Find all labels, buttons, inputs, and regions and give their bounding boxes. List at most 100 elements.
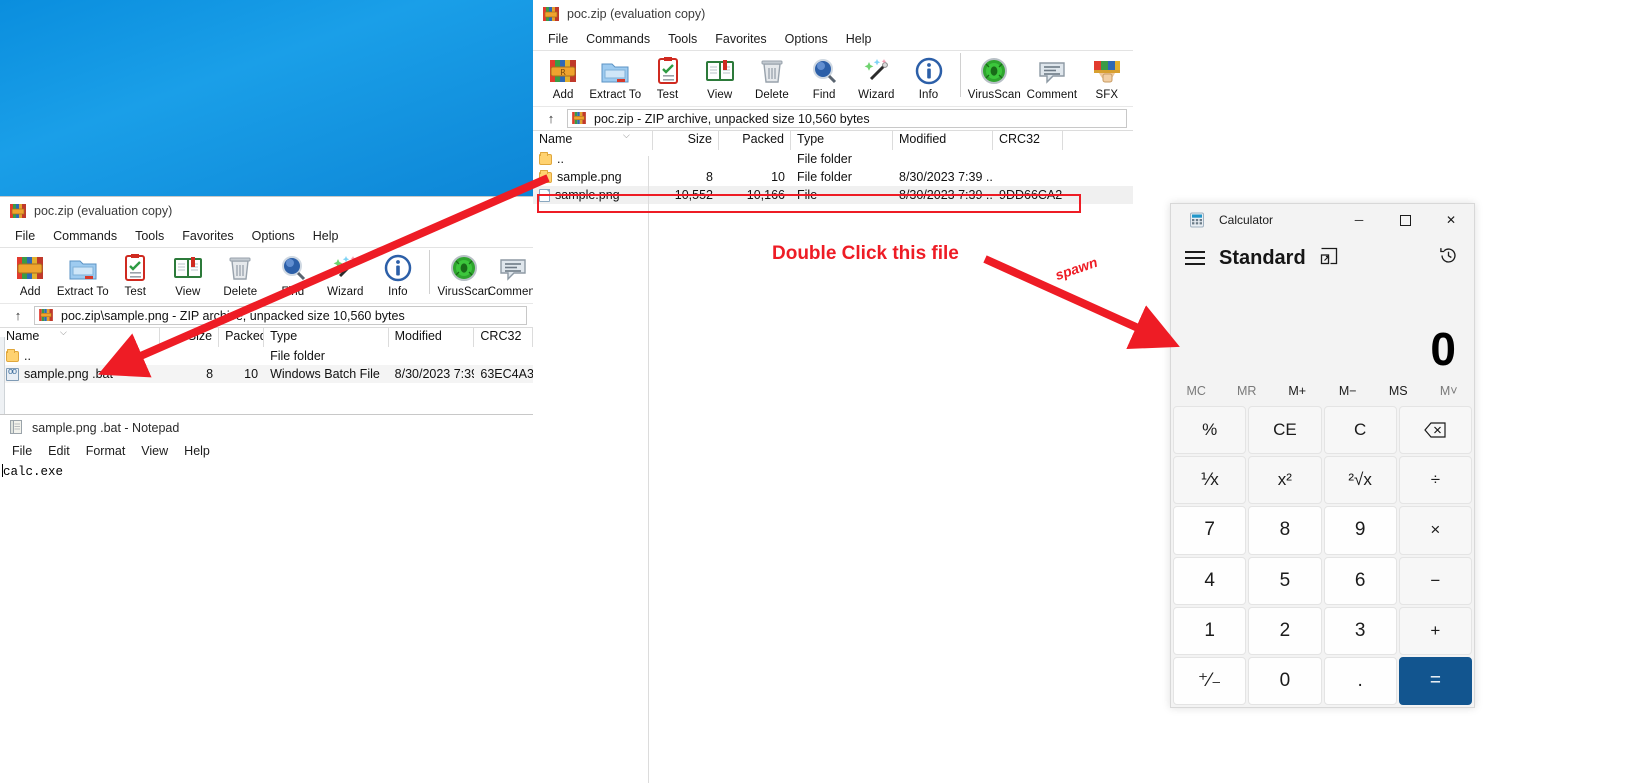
up-arrow-icon[interactable]: ↑ — [8, 308, 28, 323]
toolbar-view-button[interactable]: View — [694, 51, 746, 101]
column-header-packed[interactable]: Packed — [219, 328, 265, 347]
memory-store-button[interactable]: MS — [1373, 384, 1424, 398]
table-row[interactable]: .. File folder — [0, 347, 533, 365]
winrar-main-window[interactable]: poc.zip (evaluation copy) File Commands … — [533, 0, 1133, 783]
notepad-menu-file[interactable]: File — [4, 443, 40, 459]
minimize-button[interactable]: ─ — [1336, 204, 1382, 236]
toolbar-add-button[interactable]: R Add — [537, 51, 589, 101]
keep-on-top-icon[interactable] — [1320, 247, 1338, 270]
close-button[interactable]: ✕ — [1428, 204, 1474, 236]
key-divide[interactable]: ÷ — [1398, 456, 1472, 505]
key-nine[interactable]: 9 — [1323, 506, 1397, 555]
winrar-second-menubar[interactable]: File Commands Tools Favorites Options He… — [0, 225, 533, 247]
key-three[interactable]: 3 — [1323, 606, 1397, 655]
column-header-name[interactable]: Name — [533, 131, 653, 150]
key-four[interactable]: 4 — [1173, 556, 1247, 605]
key-backspace[interactable] — [1398, 406, 1472, 455]
table-row[interactable]: .. File folder — [533, 150, 1133, 168]
memory-dropdown-button[interactable]: M˅ — [1424, 384, 1475, 398]
key-two[interactable]: 2 — [1248, 606, 1322, 655]
table-row[interactable]: sample.png 8 10 File folder 8/30/2023 7:… — [533, 168, 1133, 186]
toolbar-extract-to-button[interactable]: Extract To — [589, 51, 641, 101]
memory-subtract-button[interactable]: M− — [1323, 384, 1374, 398]
winrar-main-filelist[interactable]: .. File folder sample.png 8 10 File fold… — [533, 150, 1133, 204]
table-row[interactable]: sample.png .bat 8 10 Windows Batch File … — [0, 365, 533, 383]
notepad-titlebar[interactable]: sample.png .bat - Notepad — [0, 415, 533, 441]
key-eight[interactable]: 8 — [1248, 506, 1322, 555]
column-header-type[interactable]: Type — [264, 328, 389, 347]
notepad-menu-view[interactable]: View — [133, 443, 176, 459]
notepad-menu-format[interactable]: Format — [78, 443, 134, 459]
menu-favorites[interactable]: Favorites — [706, 30, 775, 48]
toolbar-view-button[interactable]: View — [162, 248, 215, 298]
toolbar-test-button[interactable]: Test — [109, 248, 162, 298]
column-header-modified[interactable]: Modified — [893, 131, 993, 150]
menu-file[interactable]: File — [539, 30, 577, 48]
memory-add-button[interactable]: M+ — [1272, 384, 1323, 398]
winrar-main-archive-path[interactable]: poc.zip - ZIP archive, unpacked size 10,… — [567, 109, 1127, 128]
winrar-second-toolbar[interactable]: Add Extract To Test View Delete Find Wiz… — [0, 247, 533, 303]
key-subtract[interactable]: − — [1398, 556, 1472, 605]
key-add[interactable]: + — [1398, 606, 1472, 655]
maximize-button[interactable] — [1382, 204, 1428, 236]
toolbar-comment-button[interactable]: Comment — [488, 248, 533, 298]
column-header-packed[interactable]: Packed — [719, 131, 791, 150]
key-clear-entry[interactable]: CE — [1248, 406, 1322, 455]
menu-commands[interactable]: Commands — [577, 30, 659, 48]
menu-options[interactable]: Options — [776, 30, 837, 48]
toolbar-virusscan-button[interactable]: VirusScan — [435, 248, 493, 298]
toolbar-delete-button[interactable]: Delete — [746, 51, 798, 101]
memory-clear-button[interactable]: MC — [1171, 384, 1222, 398]
column-header-crc32[interactable]: CRC32 — [993, 131, 1063, 150]
toolbar-delete-button[interactable]: Delete — [214, 248, 267, 298]
calculator-memory-row[interactable]: MC MR M+ M− MS M˅ — [1171, 376, 1474, 406]
key-equals[interactable]: = — [1398, 656, 1472, 705]
key-plus-minus[interactable]: ⁺⁄₋ — [1173, 656, 1247, 705]
key-five[interactable]: 5 — [1248, 556, 1322, 605]
key-reciprocal[interactable]: ⅟x — [1173, 456, 1247, 505]
menu-tools[interactable]: Tools — [659, 30, 706, 48]
toolbar-test-button[interactable]: Test — [641, 51, 693, 101]
winrar-main-toolbar[interactable]: R Add Extract To Test View Delete Find W… — [533, 50, 1133, 106]
key-zero[interactable]: 0 — [1248, 656, 1322, 705]
winrar-second-column-headers[interactable]: Name Size Packed Type Modified CRC32 ⌵ — [0, 327, 533, 347]
key-percent[interactable]: % — [1173, 406, 1247, 455]
hamburger-menu-icon[interactable] — [1185, 251, 1205, 265]
winrar-second-titlebar[interactable]: poc.zip (evaluation copy) — [0, 197, 533, 225]
history-icon[interactable] — [1439, 246, 1458, 270]
key-six[interactable]: 6 — [1323, 556, 1397, 605]
notepad-menu-edit[interactable]: Edit — [40, 443, 78, 459]
toolbar-wizard-button[interactable]: Wizard — [850, 51, 902, 101]
notepad-menu-help[interactable]: Help — [176, 443, 218, 459]
column-header-crc32[interactable]: CRC32 — [474, 328, 533, 347]
menu-help[interactable]: Help — [304, 227, 348, 245]
menu-help[interactable]: Help — [837, 30, 881, 48]
menu-tools[interactable]: Tools — [126, 227, 173, 245]
calculator-navbar[interactable]: Standard — [1171, 236, 1474, 280]
winrar-main-titlebar[interactable]: poc.zip (evaluation copy) — [533, 0, 1133, 28]
key-multiply[interactable]: × — [1398, 506, 1472, 555]
toolbar-wizard-button[interactable]: Wizard — [319, 248, 372, 298]
calculator-titlebar[interactable]: Calculator ─ ✕ — [1171, 204, 1474, 236]
winrar-second-addressbar[interactable]: ↑ poc.zip\sample.png - ZIP archive, unpa… — [0, 303, 533, 327]
toolbar-extract-to-button[interactable]: Extract To — [57, 248, 110, 298]
calculator-keypad[interactable]: % CE C ⅟x x² ²√x ÷ 7 8 9 × 4 5 6 − 1 2 3… — [1171, 406, 1474, 707]
menu-options[interactable]: Options — [243, 227, 304, 245]
notepad-text-area[interactable]: calc.exe — [0, 461, 533, 479]
menu-file[interactable]: File — [6, 227, 44, 245]
toolbar-comment-button[interactable]: Comment — [1023, 51, 1081, 101]
winrar-main-addressbar[interactable]: ↑ poc.zip - ZIP archive, unpacked size 1… — [533, 106, 1133, 130]
key-clear[interactable]: C — [1323, 406, 1397, 455]
table-row[interactable]: sample.png 10,552 10,166 File 8/30/2023 … — [533, 186, 1133, 204]
toolbar-find-button[interactable]: Find — [267, 248, 320, 298]
column-header-name[interactable]: Name — [0, 328, 161, 347]
notepad-menubar[interactable]: File Edit Format View Help — [0, 441, 533, 461]
key-square[interactable]: x² — [1248, 456, 1322, 505]
key-decimal[interactable]: . — [1323, 656, 1397, 705]
key-seven[interactable]: 7 — [1173, 506, 1247, 555]
toolbar-sfx-button[interactable]: SFX — [1081, 51, 1133, 101]
notepad-window[interactable]: sample.png .bat - Notepad File Edit Form… — [0, 414, 533, 783]
key-one[interactable]: 1 — [1173, 606, 1247, 655]
column-header-size[interactable]: Size — [160, 328, 220, 347]
winrar-second-archive-path[interactable]: poc.zip\sample.png - ZIP archive, unpack… — [34, 306, 527, 325]
